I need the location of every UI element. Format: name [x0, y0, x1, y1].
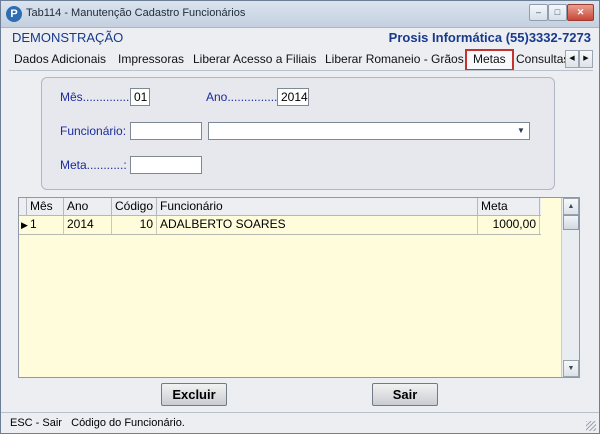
grid-header: Mês Ano Código Funcionário Meta: [19, 198, 541, 216]
minimize-button[interactable]: –: [529, 4, 548, 21]
ano-field[interactable]: 2014: [277, 88, 309, 106]
tab-strip: Dados Adicionais Impressoras Liberar Ace…: [9, 48, 593, 71]
filter-panel: Mês...............: 01 Ano..............…: [41, 77, 555, 190]
maximize-button[interactable]: □: [548, 4, 567, 21]
column-header-meta[interactable]: Meta: [478, 198, 540, 215]
mes-label: Mês...............:: [60, 90, 137, 104]
company-name: DEMONSTRAÇÃO: [12, 30, 124, 45]
mes-field[interactable]: 01: [130, 88, 150, 106]
resize-grip-icon[interactable]: [586, 421, 596, 431]
cell-mes[interactable]: 1: [27, 216, 64, 234]
tab-scroll-right-icon[interactable]: ▶: [579, 50, 593, 68]
column-header-funcionario[interactable]: Funcionário: [157, 198, 478, 215]
meta-field[interactable]: [130, 156, 202, 174]
tab-consultas[interactable]: Consultas: [516, 52, 569, 66]
scroll-up-icon[interactable]: ▲: [563, 198, 579, 215]
cell-codigo[interactable]: 10: [112, 216, 157, 234]
close-button[interactable]: ✕: [567, 4, 594, 21]
cell-ano[interactable]: 2014: [64, 216, 112, 234]
cell-funcionario[interactable]: ADALBERTO SOARES: [157, 216, 478, 234]
funcionario-code-field[interactable]: [130, 122, 202, 140]
tab-liberar-acesso-filiais[interactable]: Liberar Acesso a Filiais: [193, 52, 316, 66]
metas-grid[interactable]: Mês Ano Código Funcionário Meta ▶ 1 2014…: [18, 197, 580, 378]
cell-meta[interactable]: 1000,00: [478, 216, 540, 234]
column-header-codigo[interactable]: Código: [112, 198, 157, 215]
tab-impressoras[interactable]: Impressoras: [118, 52, 184, 66]
tab-liberar-romaneio-graos[interactable]: Liberar Romaneio - Grãos: [325, 52, 464, 66]
scroll-down-icon[interactable]: ▼: [563, 360, 579, 377]
app-logo-icon: P: [6, 6, 22, 22]
column-header-mes[interactable]: Mês: [27, 198, 64, 215]
chevron-down-icon[interactable]: ▼: [515, 124, 527, 138]
table-row[interactable]: ▶ 1 2014 10 ADALBERTO SOARES 1000,00: [19, 216, 541, 235]
ano-label: Ano...............:: [206, 90, 281, 104]
tab-scroll-left-icon[interactable]: ◀: [565, 50, 579, 68]
status-text: ESC - Sair Código do Funcionário.: [10, 417, 185, 429]
tab-metas[interactable]: Metas: [465, 49, 514, 70]
vendor-contact: Prosis Informática (55)3332-7273: [388, 30, 591, 45]
status-bar: ESC - Sair Código do Funcionário.: [1, 412, 599, 433]
window-title: Tab114 - Manutenção Cadastro Funcionário…: [26, 7, 246, 19]
meta-label: Meta...........:: [60, 158, 127, 172]
scrollbar-thumb[interactable]: [563, 215, 579, 230]
delete-button[interactable]: Excluir: [161, 383, 227, 406]
funcionario-label: Funcionário:: [60, 124, 127, 138]
exit-button[interactable]: Sair: [372, 383, 438, 406]
column-header-ano[interactable]: Ano: [64, 198, 112, 215]
company-header: DEMONSTRAÇÃO Prosis Informática (55)3332…: [9, 28, 593, 48]
tab-dados-adicionais[interactable]: Dados Adicionais: [14, 52, 106, 66]
grid-indicator-header: [19, 198, 27, 215]
title-bar[interactable]: P Tab114 - Manutenção Cadastro Funcionár…: [1, 1, 599, 28]
grid-vertical-scrollbar[interactable]: ▲ ▼: [561, 198, 579, 377]
funcionario-name-combo[interactable]: ▼: [208, 122, 530, 140]
main-window: P Tab114 - Manutenção Cadastro Funcionár…: [0, 0, 600, 434]
